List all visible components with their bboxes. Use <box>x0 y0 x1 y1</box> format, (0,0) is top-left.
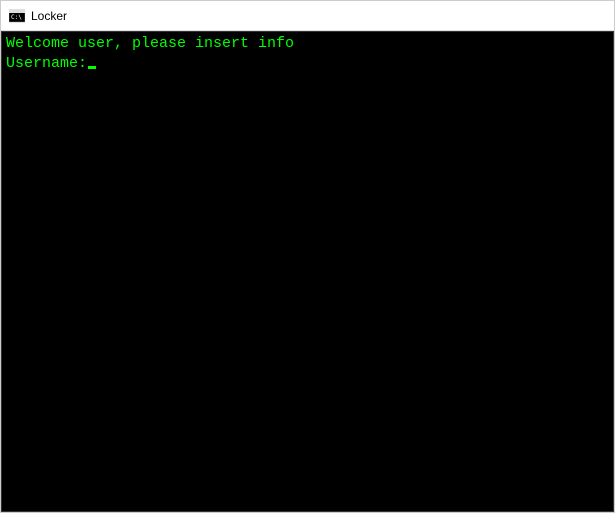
username-prompt-line: Username: <box>6 54 609 74</box>
username-prompt-label: Username: <box>6 54 87 74</box>
titlebar[interactable]: C:\ Locker <box>1 1 614 31</box>
text-cursor <box>88 66 96 69</box>
welcome-message: Welcome user, please insert info <box>6 34 609 54</box>
window-title: Locker <box>31 9 67 23</box>
console-icon: C:\ <box>9 8 25 24</box>
app-window: C:\ Locker Welcome user, please insert i… <box>0 0 615 513</box>
svg-text:C:\: C:\ <box>11 14 22 21</box>
console-area[interactable]: Welcome user, please insert info Usernam… <box>1 31 614 512</box>
